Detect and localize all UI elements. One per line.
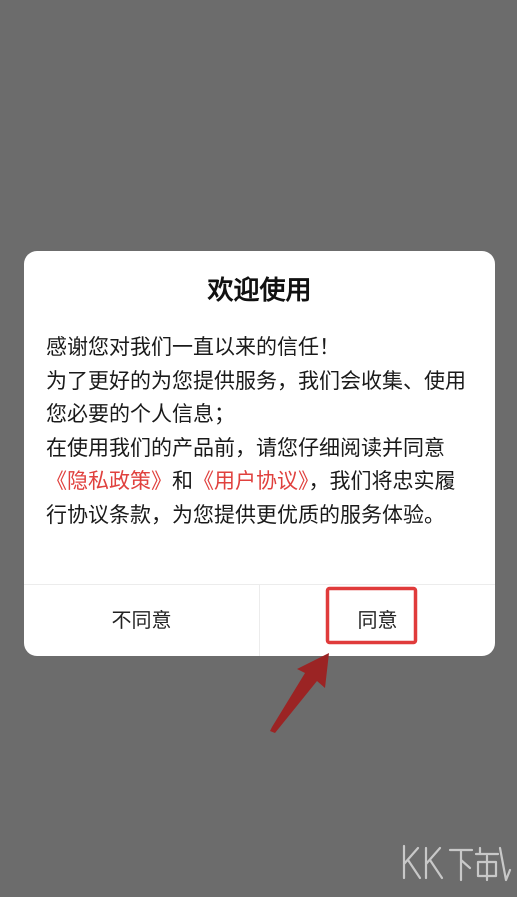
dialog-body: 感谢您对我们一直以来的信任！ 为了更好的为您提供服务，我们会收集、使用您必要的个… [46, 331, 476, 532]
agreement-conjunction: 和 [172, 469, 193, 493]
data-collection-text: 为了更好的为您提供服务，我们会收集、使用您必要的个人信息； [46, 368, 466, 427]
privacy-policy-link[interactable]: 《隐私政策》 [46, 469, 172, 493]
disagree-button[interactable]: 不同意 [24, 585, 259, 656]
user-agreement-link[interactable]: 《用户协议》 [193, 469, 309, 493]
dialog-title: 欢迎使用 [207, 276, 312, 306]
agreement-text: 在使用我们的产品前，请您仔细阅读并同意《隐私政策》和《用户协议》，我们将忠实履行… [46, 432, 476, 533]
agree-button[interactable]: 同意 [260, 585, 495, 656]
welcome-dialog: 欢迎使用 感谢您对我们一直以来的信任！ 为了更好的为您提供服务，我们会收集、使用… [24, 251, 495, 656]
agreement-prefix: 在使用我们的产品前，请您仔细阅读并同意 [46, 435, 445, 460]
thanks-text: 感谢您对我们一直以来的信任！ [46, 335, 340, 359]
kk-watermark-logo [402, 844, 512, 882]
